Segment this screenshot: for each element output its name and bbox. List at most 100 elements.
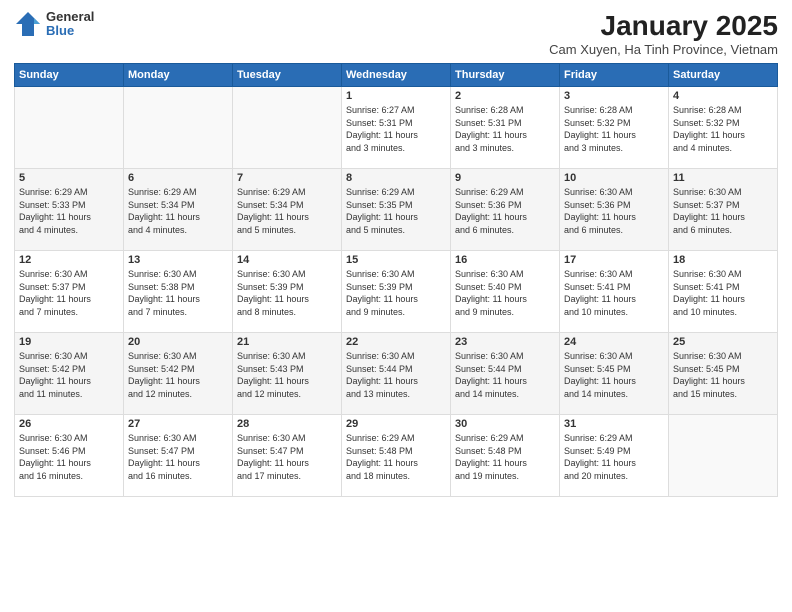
day-info: Sunrise: 6:27 AM Sunset: 5:31 PM Dayligh…: [346, 104, 446, 154]
day-info: Sunrise: 6:30 AM Sunset: 5:47 PM Dayligh…: [128, 432, 228, 482]
calendar-cell: 16 Sunrise: 6:30 AM Sunset: 5:40 PM Dayli…: [451, 251, 560, 333]
calendar-cell: 7 Sunrise: 6:29 AM Sunset: 5:34 PM Daylig…: [233, 169, 342, 251]
calendar-cell: [669, 415, 778, 497]
calendar-cell: 9 Sunrise: 6:29 AM Sunset: 5:36 PM Daylig…: [451, 169, 560, 251]
calendar-week-row: 5Sunrise: 6:29 AM Sunset: 5:33 PM Daylig…: [15, 169, 778, 251]
calendar-cell: 13Sunrise: 6:30 AM Sunset: 5:38 PM Dayli…: [124, 251, 233, 333]
logo-icon: [14, 10, 42, 38]
calendar-cell: 21 Sunrise: 6:30 AM Sunset: 5:43 PM Dayli…: [233, 333, 342, 415]
day-info: Sunrise: 6:29 AM Sunset: 5:48 PM Dayligh…: [346, 432, 446, 482]
logo: General Blue: [14, 10, 94, 39]
day-info: Sunrise: 6:30 AM Sunset: 5:42 PM Dayligh…: [128, 350, 228, 400]
calendar-cell: 18 Sunrise: 6:30 AM Sunset: 5:41 PM Dayli…: [669, 251, 778, 333]
day-number: 1: [346, 90, 446, 102]
calendar-cell: 17 Sunrise: 6:30 AM Sunset: 5:41 PM Dayli…: [560, 251, 669, 333]
day-info: Sunrise: 6:30 AM Sunset: 5:41 PM Dayligh…: [673, 268, 773, 318]
day-info: Sunrise: 6:28 AM Sunset: 5:31 PM Dayligh…: [455, 104, 555, 154]
calendar-cell: 30Sunrise: 6:29 AM Sunset: 5:48 PM Dayli…: [451, 415, 560, 497]
day-info: Sunrise: 6:30 AM Sunset: 5:44 PM Dayligh…: [455, 350, 555, 400]
day-number: 23: [455, 336, 555, 348]
calendar-cell: 2Sunrise: 6:28 AM Sunset: 5:31 PM Daylig…: [451, 87, 560, 169]
day-info: Sunrise: 6:29 AM Sunset: 5:49 PM Dayligh…: [564, 432, 664, 482]
day-number: 9: [455, 172, 555, 184]
day-number: 16: [455, 254, 555, 266]
day-info: Sunrise: 6:30 AM Sunset: 5:44 PM Dayligh…: [346, 350, 446, 400]
calendar-cell: 31 Sunrise: 6:29 AM Sunset: 5:49 PM Dayli…: [560, 415, 669, 497]
day-number: 7: [237, 172, 337, 184]
calendar-cell: 14Sunrise: 6:30 AM Sunset: 5:39 PM Dayli…: [233, 251, 342, 333]
day-number: 18: [673, 254, 773, 266]
calendar-week-row: 26 Sunrise: 6:30 AM Sunset: 5:46 PM Dayli…: [15, 415, 778, 497]
calendar-cell: 24 Sunrise: 6:30 AM Sunset: 5:45 PM Dayli…: [560, 333, 669, 415]
calendar-cell: 25 Sunrise: 6:30 AM Sunset: 5:45 PM Dayli…: [669, 333, 778, 415]
calendar-cell: 22 Sunrise: 6:30 AM Sunset: 5:44 PM Dayli…: [342, 333, 451, 415]
weekday-header: Monday: [124, 64, 233, 87]
calendar-cell: [15, 87, 124, 169]
day-number: 10: [564, 172, 664, 184]
day-info: Sunrise: 6:30 AM Sunset: 5:43 PM Dayligh…: [237, 350, 337, 400]
calendar-cell: 8 Sunrise: 6:29 AM Sunset: 5:35 PM Daylig…: [342, 169, 451, 251]
day-number: 28: [237, 418, 337, 430]
day-info: Sunrise: 6:29 AM Sunset: 5:48 PM Dayligh…: [455, 432, 555, 482]
day-number: 4: [673, 90, 773, 102]
day-info: Sunrise: 6:30 AM Sunset: 5:39 PM Dayligh…: [346, 268, 446, 318]
calendar-cell: 15 Sunrise: 6:30 AM Sunset: 5:39 PM Dayli…: [342, 251, 451, 333]
day-info: Sunrise: 6:28 AM Sunset: 5:32 PM Dayligh…: [673, 104, 773, 154]
day-number: 26: [19, 418, 119, 430]
day-info: Sunrise: 6:30 AM Sunset: 5:45 PM Dayligh…: [673, 350, 773, 400]
weekday-header: Friday: [560, 64, 669, 87]
day-info: Sunrise: 6:30 AM Sunset: 5:37 PM Dayligh…: [673, 186, 773, 236]
day-info: Sunrise: 6:29 AM Sunset: 5:35 PM Dayligh…: [346, 186, 446, 236]
day-number: 21: [237, 336, 337, 348]
calendar-cell: 10 Sunrise: 6:30 AM Sunset: 5:36 PM Dayli…: [560, 169, 669, 251]
day-number: 15: [346, 254, 446, 266]
weekday-header-row: SundayMondayTuesdayWednesdayThursdayFrid…: [15, 64, 778, 87]
day-number: 27: [128, 418, 228, 430]
day-info: Sunrise: 6:30 AM Sunset: 5:39 PM Dayligh…: [237, 268, 337, 318]
calendar-cell: 28Sunrise: 6:30 AM Sunset: 5:47 PM Dayli…: [233, 415, 342, 497]
calendar-cell: 5Sunrise: 6:29 AM Sunset: 5:33 PM Daylig…: [15, 169, 124, 251]
day-number: 12: [19, 254, 119, 266]
calendar-cell: 20 Sunrise: 6:30 AM Sunset: 5:42 PM Dayli…: [124, 333, 233, 415]
day-number: 17: [564, 254, 664, 266]
calendar-week-row: 19 Sunrise: 6:30 AM Sunset: 5:42 PM Dayli…: [15, 333, 778, 415]
calendar-cell: 1 Sunrise: 6:27 AM Sunset: 5:31 PM Daylig…: [342, 87, 451, 169]
calendar-cell: [233, 87, 342, 169]
day-info: Sunrise: 6:30 AM Sunset: 5:37 PM Dayligh…: [19, 268, 119, 318]
calendar-cell: 19Sunrise: 6:30 AM Sunset: 5:42 PM Dayli…: [15, 333, 124, 415]
day-info: Sunrise: 6:30 AM Sunset: 5:46 PM Dayligh…: [19, 432, 119, 482]
day-info: Sunrise: 6:29 AM Sunset: 5:34 PM Dayligh…: [128, 186, 228, 236]
calendar-subtitle: Cam Xuyen, Ha Tinh Province, Vietnam: [549, 42, 778, 57]
calendar-cell: 27 Sunrise: 6:30 AM Sunset: 5:47 PM Dayli…: [124, 415, 233, 497]
calendar-cell: 26 Sunrise: 6:30 AM Sunset: 5:46 PM Dayli…: [15, 415, 124, 497]
day-info: Sunrise: 6:30 AM Sunset: 5:40 PM Dayligh…: [455, 268, 555, 318]
day-number: 20: [128, 336, 228, 348]
day-info: Sunrise: 6:29 AM Sunset: 5:34 PM Dayligh…: [237, 186, 337, 236]
day-info: Sunrise: 6:29 AM Sunset: 5:36 PM Dayligh…: [455, 186, 555, 236]
logo-text: General Blue: [46, 10, 94, 39]
weekday-header: Wednesday: [342, 64, 451, 87]
weekday-header: Sunday: [15, 64, 124, 87]
logo-general: General: [46, 10, 94, 24]
calendar-week-row: 12 Sunrise: 6:30 AM Sunset: 5:37 PM Dayli…: [15, 251, 778, 333]
day-info: Sunrise: 6:29 AM Sunset: 5:33 PM Dayligh…: [19, 186, 119, 236]
calendar-cell: 6Sunrise: 6:29 AM Sunset: 5:34 PM Daylig…: [124, 169, 233, 251]
calendar-cell: [124, 87, 233, 169]
calendar-cell: 12 Sunrise: 6:30 AM Sunset: 5:37 PM Dayli…: [15, 251, 124, 333]
weekday-header: Tuesday: [233, 64, 342, 87]
day-number: 25: [673, 336, 773, 348]
day-info: Sunrise: 6:30 AM Sunset: 5:41 PM Dayligh…: [564, 268, 664, 318]
day-number: 22: [346, 336, 446, 348]
day-number: 19: [19, 336, 119, 348]
logo-blue: Blue: [46, 24, 94, 38]
calendar-title: January 2025: [549, 10, 778, 42]
weekday-header: Thursday: [451, 64, 560, 87]
day-number: 8: [346, 172, 446, 184]
day-number: 31: [564, 418, 664, 430]
day-number: 24: [564, 336, 664, 348]
calendar-week-row: 1 Sunrise: 6:27 AM Sunset: 5:31 PM Daylig…: [15, 87, 778, 169]
calendar-cell: 29Sunrise: 6:29 AM Sunset: 5:48 PM Dayli…: [342, 415, 451, 497]
day-info: Sunrise: 6:30 AM Sunset: 5:36 PM Dayligh…: [564, 186, 664, 236]
calendar-cell: 4 Sunrise: 6:28 AM Sunset: 5:32 PM Daylig…: [669, 87, 778, 169]
day-info: Sunrise: 6:30 AM Sunset: 5:45 PM Dayligh…: [564, 350, 664, 400]
